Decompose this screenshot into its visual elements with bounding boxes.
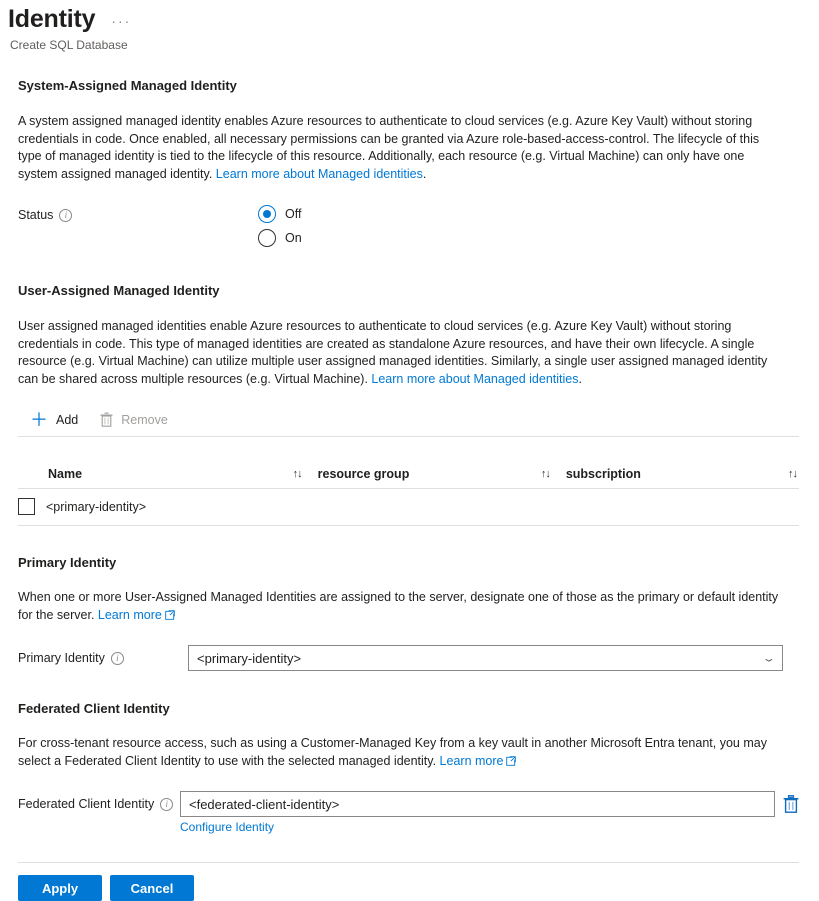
title-row: Identity ··· [8, 4, 819, 36]
external-link-icon [506, 754, 517, 772]
identity-command-bar: ＋ Add Remove [18, 410, 799, 437]
federated-client-identity-heading: Federated Client Identity [18, 701, 170, 716]
breadcrumb: Create SQL Database [10, 38, 128, 52]
configure-identity-link[interactable]: Configure Identity [180, 820, 274, 834]
system-assigned-description: A system assigned managed identity enabl… [18, 113, 783, 183]
primary-identity-description: When one or more User-Assigned Managed I… [18, 589, 783, 625]
status-field-row: Status i Off On [18, 205, 799, 247]
federated-client-identity-learn-more-link[interactable]: Learn more [440, 754, 517, 768]
primary-identity-learn-more-link[interactable]: Learn more [98, 608, 175, 622]
plus-icon: ＋ [30, 409, 48, 430]
federated-client-identity-input-group: <federated-client-identity> Configure Id… [180, 791, 799, 836]
primary-identity-select[interactable]: <primary-identity> ⌄ [188, 645, 783, 671]
radio-mark-off [258, 205, 276, 223]
info-icon[interactable]: i [160, 797, 174, 811]
status-radio-on[interactable]: On [258, 229, 302, 247]
trash-icon [100, 412, 113, 427]
info-icon[interactable]: i [59, 208, 73, 222]
primary-identity-selected-value: <primary-identity> [197, 650, 302, 666]
row-checkbox[interactable] [18, 498, 35, 515]
row-cell-name: <primary-identity> [18, 488, 318, 526]
system-assigned-heading: System-Assigned Managed Identity [18, 78, 237, 93]
radio-mark-on [258, 229, 276, 247]
status-radio-on-label: On [285, 231, 302, 245]
sort-icon-resource-group[interactable]: ↑↓ [541, 468, 551, 480]
delete-federated-identity-button[interactable] [775, 795, 799, 813]
chevron-down-icon: ⌄ [761, 652, 777, 664]
system-assigned-description-end: . [422, 166, 427, 181]
column-header-subscription[interactable]: subscription ↑↓ [565, 467, 799, 489]
page-title: Identity [8, 5, 96, 33]
row-cell-subscription [565, 488, 799, 526]
user-assigned-heading: User-Assigned Managed Identity [18, 283, 220, 298]
federated-client-identity-description: For cross-tenant resource access, such a… [18, 735, 783, 771]
remove-identity-label: Remove [121, 412, 168, 427]
row-cell-resource-group [317, 488, 566, 526]
blade-content: System-Assigned Managed Identity A syste… [0, 77, 819, 836]
trash-icon [783, 795, 799, 816]
apply-button[interactable]: Apply [18, 875, 102, 901]
row-name-label: <primary-identity> [46, 499, 147, 514]
system-assigned-learn-more-link[interactable]: Learn more about Managed identities [216, 167, 423, 181]
blade-footer: Apply Cancel [18, 862, 799, 901]
column-header-resource-group[interactable]: resource group ↑↓ [317, 467, 566, 489]
identity-blade: Identity ··· Create SQL Database System-… [0, 0, 819, 901]
table-body: <primary-identity> [18, 488, 799, 526]
status-radio-off-label: Off [285, 207, 302, 221]
info-icon[interactable]: i [110, 651, 124, 665]
table-header: Name ↑↓ resource group ↑↓ subscription ↑… [18, 467, 799, 489]
add-identity-button[interactable]: ＋ Add [30, 409, 79, 430]
status-radio-off[interactable]: Off [258, 205, 302, 223]
column-header-name-label: Name [48, 467, 83, 481]
add-identity-label: Add [56, 412, 79, 427]
status-label: Status [18, 208, 54, 222]
external-link-icon [165, 608, 175, 626]
primary-identity-field-label: Primary Identity [18, 651, 105, 665]
primary-identity-field-row: Primary Identity i <primary-identity> ⌄ [18, 645, 799, 671]
table-header-row: Name ↑↓ resource group ↑↓ subscription ↑… [18, 467, 799, 489]
column-header-subscription-label: subscription [565, 467, 641, 481]
user-assigned-description-end: . [578, 371, 582, 386]
blade-header: Identity ··· Create SQL Database [0, 0, 819, 53]
primary-identity-heading: Primary Identity [18, 555, 117, 570]
user-assigned-identities-table: Name ↑↓ resource group ↑↓ subscription ↑… [18, 467, 799, 526]
column-header-resource-group-label: resource group [317, 467, 410, 481]
status-radio-group[interactable]: Off On [258, 205, 302, 247]
federated-client-identity-label-group: Federated Client Identity i [18, 791, 180, 813]
federated-client-identity-field-row: Federated Client Identity i <federated-c… [18, 791, 799, 836]
federated-client-identity-field-label: Federated Client Identity [18, 797, 155, 811]
remove-identity-button[interactable]: Remove [100, 412, 168, 427]
status-label-group: Status i [18, 205, 258, 224]
federated-client-identity-description-text: For cross-tenant resource access, such a… [18, 736, 767, 768]
sort-icon-subscription[interactable]: ↑↓ [788, 468, 798, 480]
federated-client-identity-learn-more-label: Learn more [439, 753, 504, 768]
user-assigned-description: User assigned managed identities enable … [18, 318, 783, 388]
cancel-button[interactable]: Cancel [110, 875, 194, 901]
more-options-icon[interactable]: ··· [109, 6, 133, 36]
primary-identity-select-wrapper: <primary-identity> ⌄ [188, 645, 783, 671]
user-assigned-learn-more-link[interactable]: Learn more about Managed identities [371, 372, 578, 386]
sort-icon-name[interactable]: ↑↓ [293, 468, 303, 480]
federated-client-identity-input[interactable]: <federated-client-identity> [180, 791, 775, 817]
primary-identity-label-group: Primary Identity i [18, 649, 188, 667]
column-header-name[interactable]: Name ↑↓ [18, 467, 318, 489]
table-row[interactable]: <primary-identity> [18, 488, 799, 526]
primary-identity-learn-more-label: Learn more [97, 607, 162, 622]
